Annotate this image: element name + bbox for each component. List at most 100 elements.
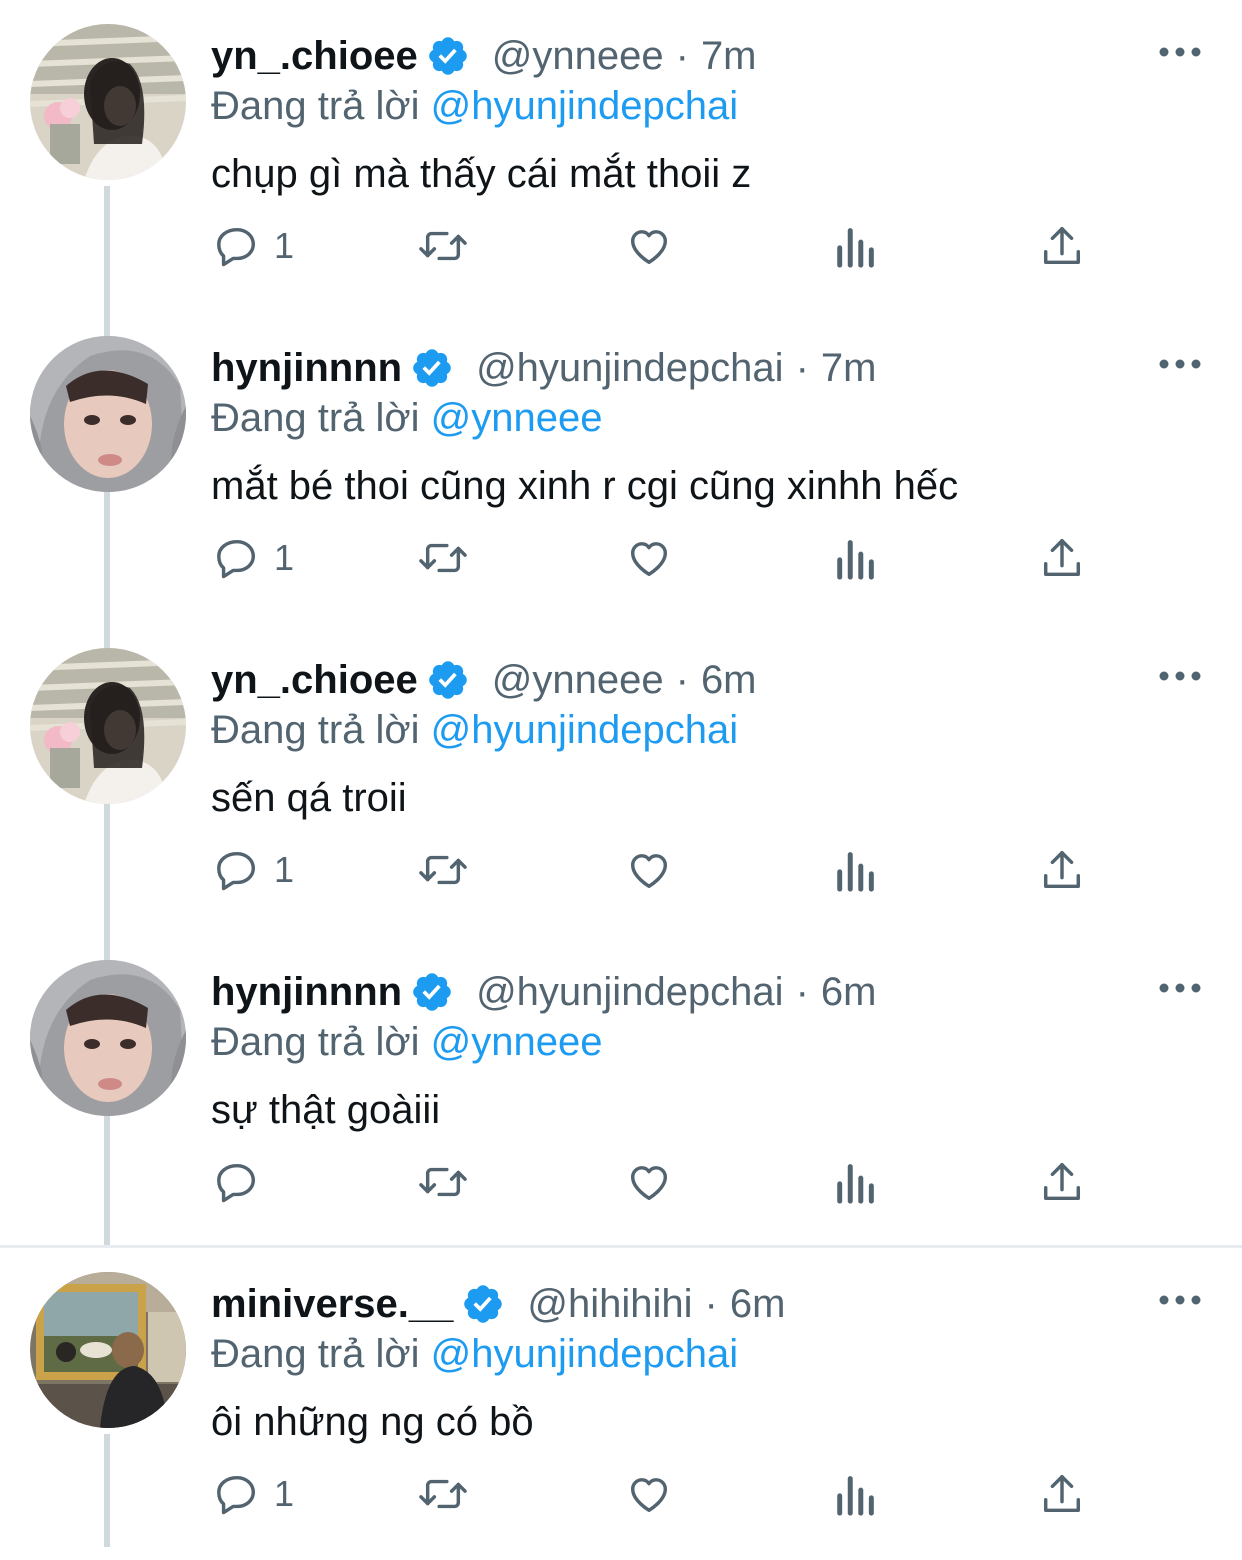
timestamp[interactable]: 7m <box>701 30 757 82</box>
avatar[interactable] <box>30 1272 186 1428</box>
tweet[interactable]: hynjinnnn @hyunjindepchai · 7m Đang trả … <box>0 312 1242 624</box>
replying-to-mention[interactable]: @hyunjindepchai <box>431 84 738 128</box>
display-name[interactable]: yn_.chioee <box>211 654 418 706</box>
share-icon <box>1043 227 1081 265</box>
display-name[interactable]: hynjinnnn <box>211 342 402 394</box>
timestamp[interactable]: 6m <box>821 966 877 1018</box>
separator-dot: · <box>675 34 689 78</box>
separator-dot: · <box>795 970 809 1014</box>
handle[interactable]: @hihihihi <box>527 1278 692 1330</box>
avatar[interactable] <box>30 24 186 180</box>
like-button[interactable] <box>625 528 673 588</box>
verified-badge-icon <box>410 970 454 1014</box>
verified-badge-icon <box>426 658 470 702</box>
like-button[interactable] <box>625 1464 673 1524</box>
tweet-header: miniverse.__ @hihihihi · 6m <box>211 1278 785 1330</box>
display-name[interactable]: miniverse.__ <box>211 1278 453 1330</box>
replying-to: Đang trả lời @hyunjindepchai <box>211 704 738 756</box>
tweet-header: hynjinnnn @hyunjindepchai · 6m <box>211 966 876 1018</box>
views-button[interactable] <box>835 1152 877 1212</box>
share-button[interactable] <box>1040 840 1084 900</box>
replying-to-label: Đang trả lời <box>211 708 420 752</box>
reply-button[interactable]: 1 <box>214 216 294 276</box>
tweet-text: mắt bé thoi cũng xinh r cgi cũng xinhh h… <box>211 464 959 508</box>
handle[interactable]: @hyunjindepchai <box>476 342 783 394</box>
more-icon[interactable] <box>1158 976 1202 1000</box>
like-button[interactable] <box>625 1152 673 1212</box>
like-button[interactable] <box>625 840 673 900</box>
share-icon <box>1043 1475 1081 1513</box>
more-icon[interactable] <box>1158 1288 1202 1312</box>
retweet-button[interactable] <box>415 1464 471 1524</box>
reply-button[interactable]: 1 <box>214 528 294 588</box>
reply-count: 1 <box>274 225 295 266</box>
timestamp[interactable]: 7m <box>821 342 877 394</box>
retweet-button[interactable] <box>415 840 471 900</box>
retweet-button[interactable] <box>415 216 471 276</box>
replying-to: Đang trả lời @ynneee <box>211 392 603 444</box>
views-icon <box>837 228 874 268</box>
more-icon[interactable] <box>1158 664 1202 688</box>
reply-icon <box>217 227 256 267</box>
views-icon <box>837 540 874 580</box>
views-icon <box>837 1476 874 1516</box>
like-icon <box>630 854 668 889</box>
reply-button[interactable]: 1 <box>214 1464 294 1524</box>
display-name[interactable]: yn_.chioee <box>211 30 418 82</box>
more-icon[interactable] <box>1158 352 1202 376</box>
like-icon <box>630 542 668 577</box>
like-icon <box>630 230 668 265</box>
reply-button[interactable]: 1 <box>214 840 294 900</box>
tweet[interactable]: hynjinnnn @hyunjindepchai · 6m Đang trả … <box>0 936 1242 1248</box>
tweet-text: ôi những ng có bồ <box>211 1400 534 1444</box>
display-name[interactable]: hynjinnnn <box>211 966 402 1018</box>
reply-icon <box>217 1163 256 1203</box>
tweet-text: chụp gì mà thấy cái mắt thoii z <box>211 152 752 196</box>
views-button[interactable] <box>835 1464 877 1524</box>
views-icon <box>837 852 874 892</box>
avatar-girl-photo <box>30 648 186 804</box>
replying-to-mention[interactable]: @hyunjindepchai <box>431 1332 738 1376</box>
timestamp[interactable]: 6m <box>701 654 757 706</box>
tweet[interactable]: yn_.chioee @ynneee · 6m Đang trả lời @hy… <box>0 624 1242 936</box>
tweet-header: yn_.chioee @ynneee · 7m <box>211 30 757 82</box>
reply-icon <box>217 1475 256 1515</box>
views-button[interactable] <box>835 216 877 276</box>
tweet-actions: 1 <box>0 216 1242 276</box>
avatar[interactable] <box>30 960 186 1116</box>
retweet-button[interactable] <box>415 528 471 588</box>
tweet-header: hynjinnnn @hyunjindepchai · 7m <box>211 342 876 394</box>
tweet-actions: 1 <box>0 528 1242 588</box>
verified-badge-icon <box>410 346 454 390</box>
share-button[interactable] <box>1040 528 1084 588</box>
replying-to-mention[interactable]: @ynneee <box>431 1020 603 1064</box>
handle[interactable]: @ynneee <box>492 30 664 82</box>
handle[interactable]: @ynneee <box>492 654 664 706</box>
tweet-header: yn_.chioee @ynneee · 6m <box>211 654 757 706</box>
reply-button[interactable] <box>214 1152 274 1212</box>
replying-to-label: Đang trả lời <box>211 396 420 440</box>
reply-count: 1 <box>274 1473 295 1514</box>
replying-to-mention[interactable]: @hyunjindepchai <box>431 708 738 752</box>
tweet[interactable]: miniverse.__ @hihihihi · 6m Đang trả lời… <box>0 1248 1242 1560</box>
retweet-icon <box>419 855 467 885</box>
handle[interactable]: @hyunjindepchai <box>476 966 783 1018</box>
views-button[interactable] <box>835 840 877 900</box>
views-button[interactable] <box>835 528 877 588</box>
more-icon[interactable] <box>1158 40 1202 64</box>
replying-to-mention[interactable]: @ynneee <box>431 396 603 440</box>
replying-to-label: Đang trả lời <box>211 84 420 128</box>
tweet[interactable]: yn_.chioee @ynneee · 7m Đang trả lời @hy… <box>0 0 1242 312</box>
retweet-button[interactable] <box>415 1152 471 1212</box>
separator-dot: · <box>704 1282 718 1326</box>
avatar[interactable] <box>30 648 186 804</box>
like-button[interactable] <box>625 216 673 276</box>
avatar[interactable] <box>30 336 186 492</box>
separator-dot: · <box>675 658 689 702</box>
share-button[interactable] <box>1040 216 1084 276</box>
views-icon <box>837 1164 874 1204</box>
share-button[interactable] <box>1040 1464 1084 1524</box>
timestamp[interactable]: 6m <box>730 1278 786 1330</box>
share-button[interactable] <box>1040 1152 1084 1212</box>
replying-to: Đang trả lời @hyunjindepchai <box>211 80 738 132</box>
